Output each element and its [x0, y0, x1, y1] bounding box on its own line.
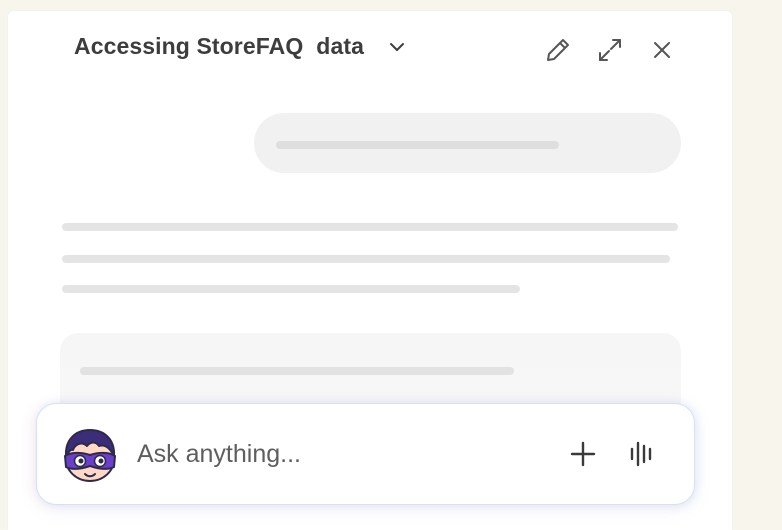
skeleton-line: [62, 223, 678, 231]
voice-bars-icon: [630, 441, 652, 467]
message-composer: [36, 403, 695, 505]
voice-button[interactable]: [626, 439, 656, 469]
skeleton-line: [80, 367, 514, 375]
conversation-title: Accessing StoreFAQ data: [74, 33, 364, 59]
expand-button[interactable]: [595, 35, 625, 65]
ask-input[interactable]: [137, 434, 537, 474]
header-actions: [543, 35, 677, 65]
plus-icon: [570, 441, 596, 467]
conversation-title-dropdown[interactable]: Accessing StoreFAQ data: [74, 33, 406, 60]
skeleton-line: [62, 285, 520, 293]
add-button[interactable]: [568, 439, 598, 469]
close-button[interactable]: [647, 35, 677, 65]
skeleton-line: [276, 141, 559, 149]
bot-avatar-icon: [61, 426, 119, 484]
chat-header: Accessing StoreFAQ data: [8, 11, 732, 87]
user-message-placeholder: [254, 113, 681, 173]
chevron-down-icon: [388, 38, 406, 56]
close-icon: [654, 42, 670, 58]
composer-actions: [568, 439, 656, 469]
skeleton-line: [62, 255, 670, 263]
expand-icon: [599, 39, 621, 61]
pencil-icon: [547, 39, 569, 61]
edit-button[interactable]: [543, 35, 573, 65]
